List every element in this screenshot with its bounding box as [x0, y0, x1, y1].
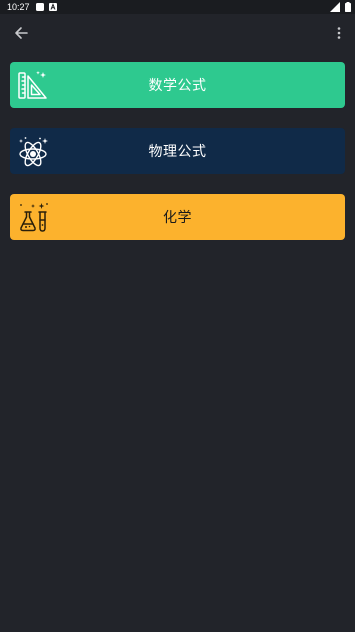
category-label-physics: 物理公式 — [148, 144, 207, 160]
category-card-physics[interactable]: 物理公式 — [10, 128, 345, 174]
notification-a-icon — [49, 3, 57, 11]
status-icons — [330, 2, 351, 12]
notification-square-icon — [36, 3, 44, 11]
more-vert-icon — [337, 27, 341, 39]
battery-icon — [345, 2, 351, 12]
status-time: 10:27 — [7, 2, 30, 12]
arrow-back-icon — [15, 27, 28, 39]
category-card-chemistry[interactable]: 化学 — [10, 194, 345, 240]
signal-icon — [330, 2, 340, 12]
more-options-button[interactable] — [329, 21, 349, 45]
status-bar: 10:27 — [0, 0, 355, 14]
back-button[interactable] — [8, 21, 34, 45]
category-card-math[interactable]: 数学公式 — [10, 62, 345, 108]
category-label-chemistry: 化学 — [163, 210, 192, 226]
category-label-math: 数学公式 — [148, 78, 207, 94]
app-bar — [0, 14, 355, 52]
